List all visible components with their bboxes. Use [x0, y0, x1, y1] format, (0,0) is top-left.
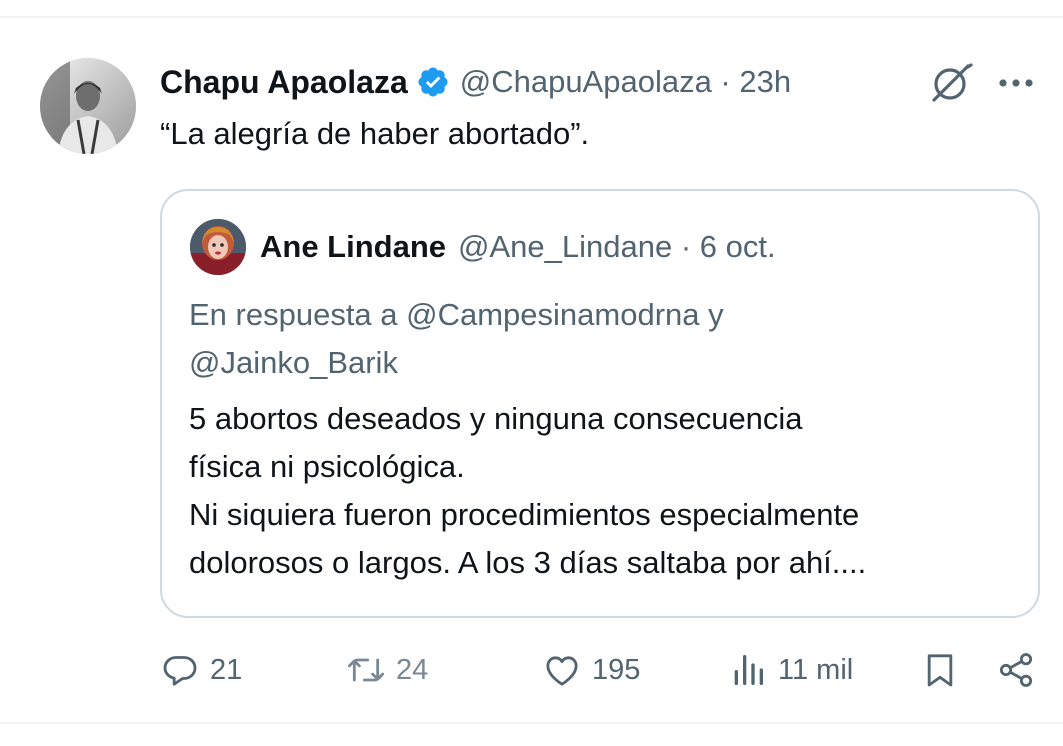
bookmark-button[interactable]: [920, 648, 960, 692]
retweet-count: 24: [396, 653, 429, 686]
reply-count: 21: [210, 653, 243, 686]
like-count: 195: [592, 653, 641, 686]
retweet-icon: [347, 658, 385, 682]
reply-button[interactable]: 21: [160, 648, 242, 692]
quoted-tweet-card[interactable]: Ane Lindane @Ane_Lindane · 6 oct. En res…: [160, 189, 1040, 618]
views-button[interactable]: 11 mil: [728, 648, 853, 692]
quoted-author-name[interactable]: Ane Lindane: [260, 229, 446, 265]
quoted-body-line: Ni siquiera fueron procedimientos especi…: [189, 497, 860, 532]
tweet-header: Chapu Apaolaza @ChapuApaolaza · 23h: [160, 58, 791, 106]
author-avatar[interactable]: [40, 58, 136, 154]
reply-icon: [163, 656, 197, 686]
like-button[interactable]: 195: [542, 648, 640, 692]
grok-icon[interactable]: [928, 62, 974, 104]
top-divider: [0, 16, 1063, 18]
quoted-body-line: dolorosos o largos. A los 3 días saltaba…: [189, 545, 867, 580]
author-handle-time[interactable]: @ChapuApaolaza · 23h: [460, 64, 791, 100]
quoted-tweet-header: Ane Lindane @Ane_Lindane · 6 oct.: [260, 224, 776, 270]
quoted-author-handle-time[interactable]: @Ane_Lindane · 6 oct.: [458, 229, 776, 265]
bookmark-icon: [927, 654, 953, 687]
quoted-body-line: física ni psicológica.: [189, 449, 465, 484]
author-avatar-image: [40, 58, 136, 154]
views-icon: [734, 655, 763, 685]
heart-icon: [546, 656, 578, 686]
reply-to-line-2[interactable]: @Jainko_Barik: [189, 339, 989, 387]
quoted-tweet-body: 5 abortos deseados y ninguna consecuenci…: [189, 395, 1029, 587]
reply-to-line: En respuesta a @Campesinamodrna y @Jaink…: [189, 291, 989, 387]
more-icon[interactable]: [998, 78, 1034, 88]
reply-to-line-1[interactable]: En respuesta a @Campesinamodrna y: [189, 291, 989, 339]
quoted-author-avatar[interactable]: [190, 219, 246, 275]
quoted-author-avatar-image: [190, 219, 246, 275]
share-button[interactable]: [996, 648, 1036, 692]
tweet-text: “La alegría de haber abortado”.: [160, 116, 590, 151]
bottom-divider: [0, 722, 1063, 724]
retweet-button[interactable]: 24: [346, 648, 428, 692]
author-name[interactable]: Chapu Apaolaza: [160, 64, 408, 101]
views-count: 11 mil: [778, 653, 854, 686]
quoted-body-line: 5 abortos deseados y ninguna consecuenci…: [189, 401, 803, 436]
verified-badge-icon[interactable]: [416, 65, 450, 99]
share-icon: [999, 653, 1033, 687]
